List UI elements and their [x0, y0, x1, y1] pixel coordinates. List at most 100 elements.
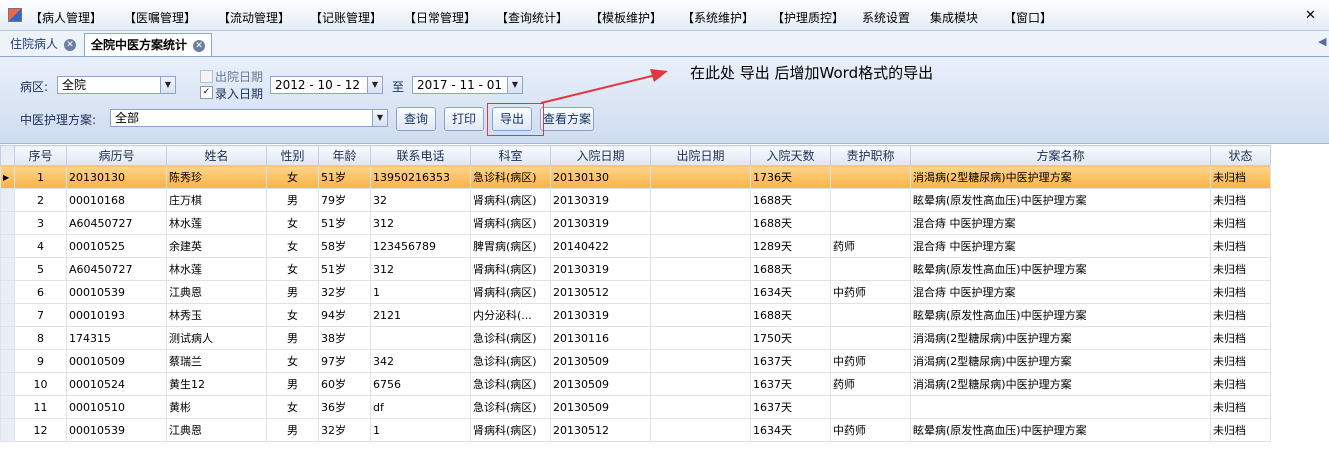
table-cell[interactable]: 20130116	[550, 326, 651, 350]
table-cell[interactable]: df	[370, 395, 471, 419]
table-cell[interactable]	[830, 303, 911, 327]
table-cell[interactable]: 未归档	[1210, 211, 1271, 235]
col-header-admission-days[interactable]: 入院天数	[750, 145, 831, 166]
table-row[interactable]: 3 A60450727 林水莲女 51岁 312 肾病科(病区) 20130319 1688天…	[0, 211, 1271, 235]
table-row[interactable]: 12 00010539 江典恩男 32岁 1 肾病科(病区) 20130512 1634天 中药…	[0, 418, 1271, 442]
table-cell[interactable]: 混合痔 中医护理方案	[910, 280, 1211, 304]
row-header[interactable]	[0, 188, 15, 212]
table-cell[interactable]: 混合痔 中医护理方案	[910, 211, 1211, 235]
table-cell[interactable]: 消渴病(2型糖尿病)中医护理方案	[910, 349, 1211, 373]
table-cell[interactable]: 32岁	[318, 280, 371, 304]
col-header-department[interactable]: 科室	[470, 145, 551, 166]
table-cell[interactable]	[650, 234, 751, 258]
table-cell[interactable]: 急诊科(病区)	[470, 165, 551, 189]
table-cell[interactable]: 12	[14, 418, 67, 442]
table-cell[interactable]: 312	[370, 257, 471, 281]
table-cell[interactable]	[650, 211, 751, 235]
row-header[interactable]	[0, 211, 15, 235]
table-cell[interactable]: 林水莲	[166, 211, 267, 235]
table-cell[interactable]	[370, 326, 471, 350]
col-header-discharge-date[interactable]: 出院日期	[650, 145, 751, 166]
table-cell[interactable]: 1	[370, 280, 471, 304]
table-cell[interactable]: 中药师	[830, 418, 911, 442]
table-cell[interactable]: 男	[266, 372, 319, 396]
table-cell[interactable]: 6756	[370, 372, 471, 396]
table-cell[interactable]: 00010539	[66, 280, 167, 304]
table-cell[interactable]: 急诊科(病区)	[470, 349, 551, 373]
row-header[interactable]: ▶	[0, 165, 15, 189]
table-cell[interactable]: 2	[14, 188, 67, 212]
table-cell[interactable]: 342	[370, 349, 471, 373]
table-cell[interactable]: 7	[14, 303, 67, 327]
table-cell[interactable]	[650, 349, 751, 373]
table-cell[interactable]: 36岁	[318, 395, 371, 419]
table-row[interactable]: 10 00010524 黄生12 男 60岁 6756 急诊科(病区) 20130509 163…	[0, 372, 1271, 396]
table-cell[interactable]: 6	[14, 280, 67, 304]
table-cell[interactable]: 女	[266, 165, 319, 189]
table-cell[interactable]	[650, 188, 751, 212]
row-header[interactable]	[0, 234, 15, 258]
table-cell[interactable]: 20130509	[550, 395, 651, 419]
table-cell[interactable]: 女	[266, 303, 319, 327]
table-cell[interactable]: 眩晕病(原发性高血压)中医护理方案	[910, 257, 1211, 281]
col-header-name[interactable]: 姓名	[166, 145, 267, 166]
table-cell[interactable]: 余建英	[166, 234, 267, 258]
table-cell[interactable]	[910, 395, 1211, 419]
table-cell[interactable]: 未归档	[1210, 165, 1271, 189]
table-cell[interactable]: 林水莲	[166, 257, 267, 281]
table-cell[interactable]: 123456789	[370, 234, 471, 258]
col-header-admission-date[interactable]: 入院日期	[550, 145, 651, 166]
table-cell[interactable]	[650, 418, 751, 442]
row-header[interactable]	[0, 372, 15, 396]
table-row[interactable]: 7 00010193 林秀玉女 94岁 2121 内分泌科(... 20130319 1688…	[0, 303, 1271, 327]
table-cell[interactable]: 20130130	[550, 165, 651, 189]
table-cell[interactable]: 32岁	[318, 418, 371, 442]
table-cell[interactable]: 急诊科(病区)	[470, 326, 551, 350]
table-cell[interactable]: 未归档	[1210, 326, 1271, 350]
row-header[interactable]	[0, 326, 15, 350]
col-header-record-no[interactable]: 病历号	[66, 145, 167, 166]
table-cell[interactable]: 未归档	[1210, 372, 1271, 396]
col-header-gender[interactable]: 性别	[266, 145, 319, 166]
table-cell[interactable]: 陈秀珍	[166, 165, 267, 189]
table-cell[interactable]: 消渴病(2型糖尿病)中医护理方案	[910, 165, 1211, 189]
table-cell[interactable]: 1736天	[750, 165, 831, 189]
table-cell[interactable]: 男	[266, 326, 319, 350]
table-cell[interactable]: 女	[266, 395, 319, 419]
table-cell[interactable]: 20130319	[550, 188, 651, 212]
table-cell[interactable]: 药师	[830, 372, 911, 396]
col-header-nurse-title[interactable]: 责护职称	[830, 145, 911, 166]
table-cell[interactable]: 女	[266, 257, 319, 281]
table-cell[interactable]: 未归档	[1210, 234, 1271, 258]
table-cell[interactable]: 20140422	[550, 234, 651, 258]
table-cell[interactable]	[650, 303, 751, 327]
col-header-index[interactable]: 序号	[14, 145, 67, 166]
table-cell[interactable]: 94岁	[318, 303, 371, 327]
table-cell[interactable]: 10	[14, 372, 67, 396]
table-cell[interactable]: 32	[370, 188, 471, 212]
table-cell[interactable]	[830, 188, 911, 212]
col-header-plan-name[interactable]: 方案名称	[910, 145, 1211, 166]
table-cell[interactable]: 9	[14, 349, 67, 373]
table-cell[interactable]: 1688天	[750, 211, 831, 235]
table-cell[interactable]: 测试病人	[166, 326, 267, 350]
table-cell[interactable]: 未归档	[1210, 418, 1271, 442]
table-cell[interactable]: 60岁	[318, 372, 371, 396]
table-cell[interactable]: 江典恩	[166, 280, 267, 304]
table-cell[interactable]: A60450727	[66, 211, 167, 235]
table-cell[interactable]: 蔡瑞兰	[166, 349, 267, 373]
table-cell[interactable]: 肾病科(病区)	[470, 280, 551, 304]
table-cell[interactable]: 1688天	[750, 188, 831, 212]
table-cell[interactable]: 13950216353	[370, 165, 471, 189]
table-cell[interactable]: 脾胃病(病区)	[470, 234, 551, 258]
table-cell[interactable]: 00010539	[66, 418, 167, 442]
table-cell[interactable]: 51岁	[318, 211, 371, 235]
table-cell[interactable]: 男	[266, 188, 319, 212]
table-cell[interactable]: 黄彬	[166, 395, 267, 419]
row-header[interactable]	[0, 349, 15, 373]
table-cell[interactable]: 女	[266, 234, 319, 258]
table-cell[interactable]: 女	[266, 349, 319, 373]
table-row[interactable]: 2 00010168 庄万棋男 79岁 32 肾病科(病区) 20130319 1688天 眩晕…	[0, 188, 1271, 212]
table-cell[interactable]: 肾病科(病区)	[470, 257, 551, 281]
table-cell[interactable]: 00010525	[66, 234, 167, 258]
